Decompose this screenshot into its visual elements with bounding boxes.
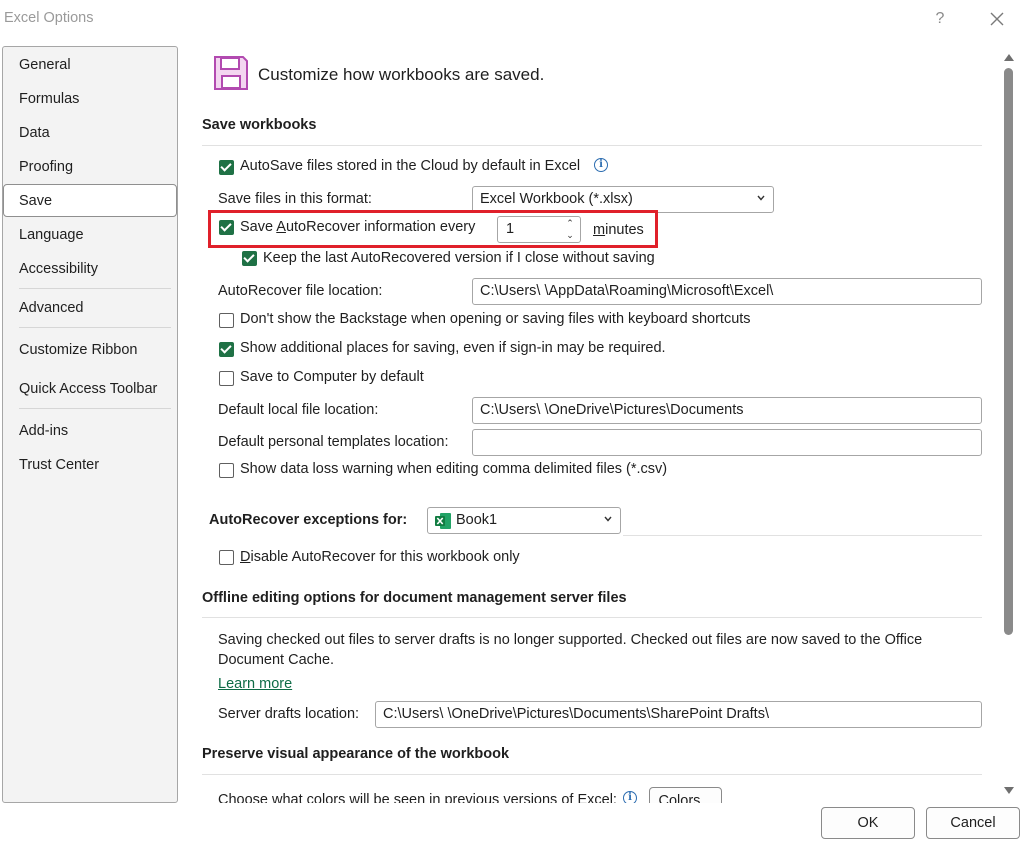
csv-warning-label: Show data loss warning when editing comm… (240, 461, 668, 477)
exceptions-workbook-value: Book1 (456, 512, 498, 528)
keep-last-checkbox[interactable] (242, 251, 257, 266)
info-icon[interactable]: i (594, 158, 608, 172)
sidebar-item-data[interactable]: Data (3, 117, 177, 149)
sidebar-item-trust-center[interactable]: Trust Center (3, 449, 177, 481)
sidebar-item-advanced[interactable]: Advanced (3, 292, 177, 324)
scroll-up-icon[interactable] (1004, 54, 1014, 61)
chevron-down-icon (604, 516, 612, 522)
additional-places-checkbox[interactable] (219, 342, 234, 357)
save-to-computer-label: Save to Computer by default (240, 369, 424, 385)
colors-button[interactable]: Colors... (649, 787, 722, 803)
disable-autorecover-label: Disable AutoRecover for this workbook on… (240, 549, 520, 565)
autorecover-label: Save AutoRecover information every (240, 219, 476, 235)
save-format-dropdown[interactable]: Excel Workbook (*.xlsx) (472, 186, 774, 213)
sidebar-item-add-ins[interactable]: Add-ins (3, 415, 177, 447)
autosave-checkbox[interactable] (219, 160, 234, 175)
window-title: Excel Options (4, 10, 94, 26)
section-divider (202, 774, 982, 775)
templates-location-label: Default personal templates location: (218, 434, 449, 450)
autorecover-exceptions-label: AutoRecover exceptions for: (209, 512, 408, 528)
keep-last-label: Keep the last AutoRecovered version if I… (263, 250, 655, 266)
section-title-offline-editing: Offline editing options for document man… (202, 590, 627, 606)
sidebar-item-quick-access-toolbar[interactable]: Quick Access Toolbar (3, 373, 177, 405)
title-bar: Excel Options ? (0, 0, 1024, 38)
sidebar-divider (19, 288, 171, 289)
disable-autorecover-checkbox[interactable] (219, 550, 234, 565)
vertical-scrollbar[interactable] (1002, 46, 1016, 803)
offline-description-line1: Saving checked out files to server draft… (218, 632, 923, 648)
section-title-save-workbooks: Save workbooks (202, 117, 317, 133)
autorecover-location-input[interactable]: C:\Users\ \AppData\Roaming\Microsoft\Exc… (472, 278, 982, 305)
main-panel: Customize how workbooks are saved. Save … (180, 38, 1002, 803)
sidebar-divider (19, 327, 171, 328)
save-disk-icon (214, 56, 248, 90)
server-drafts-input[interactable]: C:\Users\ \OneDrive\Pictures\Documents\S… (375, 701, 982, 728)
spin-up-icon[interactable]: ⌃ (565, 218, 575, 228)
server-drafts-label: Server drafts location: (218, 706, 360, 722)
page-heading: Customize how workbooks are saved. (258, 65, 545, 84)
info-icon[interactable]: i (623, 791, 637, 803)
sidebar: General Formulas Data Proofing Save Lang… (2, 46, 178, 803)
spin-down-icon[interactable]: ⌄ (565, 230, 575, 240)
scroll-thumb[interactable] (1004, 68, 1013, 635)
offline-description-line2: Document Cache. (218, 652, 335, 668)
section-divider (623, 535, 982, 536)
save-format-label: Save files in this format: (218, 191, 372, 207)
autorecover-minutes-stepper[interactable]: 1 ⌃ ⌄ (497, 216, 581, 243)
excel-icon (435, 513, 451, 529)
save-to-computer-checkbox[interactable] (219, 371, 234, 386)
sidebar-item-save[interactable]: Save (3, 184, 177, 217)
sidebar-item-customize-ribbon[interactable]: Customize Ribbon (3, 334, 177, 366)
autorecover-location-label: AutoRecover file location: (218, 283, 383, 299)
chevron-down-icon (757, 195, 765, 201)
sidebar-item-accessibility[interactable]: Accessibility (3, 253, 177, 285)
csv-warning-checkbox[interactable] (219, 463, 234, 478)
minutes-label: minutes (593, 222, 644, 238)
autorecover-minutes-value: 1 (506, 221, 515, 237)
cancel-button[interactable]: Cancel (926, 807, 1020, 839)
section-title-preserve-appearance: Preserve visual appearance of the workbo… (202, 746, 510, 762)
section-divider (202, 617, 982, 618)
section-divider (202, 145, 982, 146)
scroll-down-icon[interactable] (1004, 787, 1014, 794)
ok-button[interactable]: OK (821, 807, 915, 839)
colors-description: Choose what colors will be seen in previ… (218, 792, 617, 803)
sidebar-item-formulas[interactable]: Formulas (3, 83, 177, 115)
additional-places-label: Show additional places for saving, even … (240, 340, 666, 356)
no-backstage-checkbox[interactable] (219, 313, 234, 328)
save-format-value: Excel Workbook (*.xlsx) (480, 191, 633, 207)
no-backstage-label: Don't show the Backstage when opening or… (240, 311, 751, 327)
sidebar-divider (19, 408, 171, 409)
close-icon (990, 12, 1004, 26)
close-button[interactable] (982, 6, 1012, 32)
sidebar-item-proofing[interactable]: Proofing (3, 151, 177, 183)
sidebar-item-language[interactable]: Language (3, 219, 177, 251)
sidebar-item-general[interactable]: General (3, 49, 177, 81)
autorecover-checkbox[interactable] (219, 220, 234, 235)
help-icon: ? (935, 10, 945, 27)
autosave-label: AutoSave files stored in the Cloud by de… (240, 158, 581, 174)
help-button[interactable]: ? (925, 6, 955, 32)
local-location-input[interactable]: C:\Users\ \OneDrive\Pictures\Documents (472, 397, 982, 424)
templates-location-input[interactable] (472, 429, 982, 456)
exceptions-workbook-dropdown[interactable]: Book1 (427, 507, 621, 534)
local-location-label: Default local file location: (218, 402, 379, 418)
learn-more-link[interactable]: Learn more (218, 676, 292, 692)
